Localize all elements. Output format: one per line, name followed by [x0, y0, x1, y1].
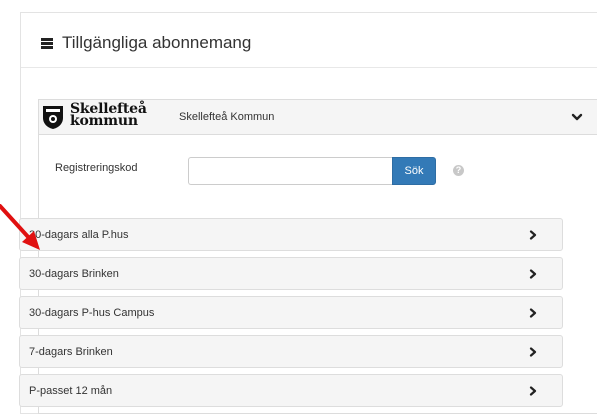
subscription-label: P-passet 12 mån — [29, 385, 113, 397]
subscription-item[interactable]: 30-dagars P-hus Campus — [19, 296, 563, 329]
subscription-item[interactable]: P-passet 12 mån — [19, 374, 563, 407]
subscription-label: 7-dagars Brinken — [29, 346, 113, 358]
chevron-right-icon — [529, 386, 537, 396]
server-list-icon — [41, 38, 53, 49]
registration-code-label: Registreringskod — [55, 162, 138, 174]
annotation-arrow-icon — [0, 204, 40, 250]
subscription-item[interactable]: 30-dagars alla P.hus — [19, 218, 563, 251]
logo-line-2: kommun — [70, 113, 138, 129]
chevron-right-icon — [529, 308, 537, 318]
search-button[interactable]: Sök — [392, 157, 436, 185]
provider-name: Skellefteå Kommun — [179, 111, 275, 123]
provider-card-header[interactable]: Skellefteå kommun Skellefteå Kommun — [39, 100, 597, 135]
subscription-item[interactable]: 7-dagars Brinken — [19, 335, 563, 368]
panel-header: Tillgängliga abonnemang — [21, 13, 597, 68]
subscription-label: 30-dagars P-hus Campus — [29, 307, 155, 319]
chevron-down-icon[interactable] — [571, 111, 583, 123]
coat-of-arms-icon — [43, 106, 63, 129]
registration-code-input[interactable] — [188, 157, 392, 185]
page-title: Tillgängliga abonnemang — [62, 33, 252, 52]
chevron-right-icon — [529, 269, 537, 279]
subscription-list: 30-dagars alla P.hus 30-dagars Brinken 3… — [19, 218, 579, 408]
subscription-label: 30-dagars Brinken — [29, 268, 119, 280]
chevron-right-icon — [529, 230, 537, 240]
chevron-right-icon — [529, 347, 537, 357]
logo-wordmark: Skellefteå kommun — [70, 102, 147, 129]
subscription-item[interactable]: 30-dagars Brinken — [19, 257, 563, 290]
skelleftea-kommun-logo: Skellefteå kommun — [42, 102, 172, 132]
question-circle-icon[interactable]: ? — [453, 165, 464, 176]
